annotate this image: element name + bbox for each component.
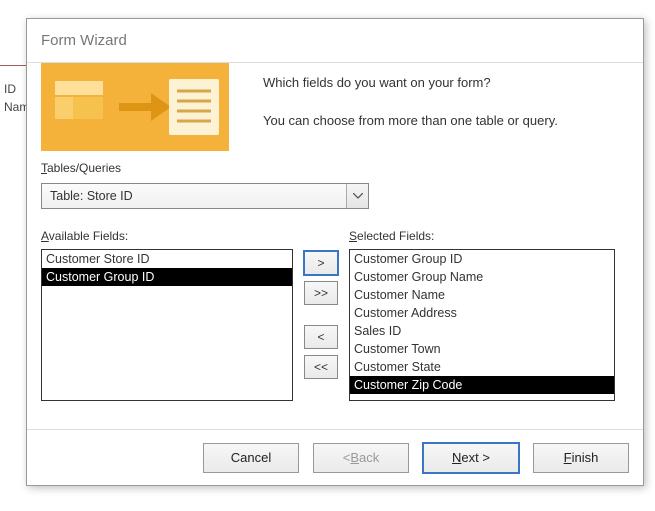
cancel-button[interactable]: Cancel: [203, 443, 299, 473]
list-item[interactable]: Customer Group ID: [350, 250, 614, 268]
list-item[interactable]: Customer Name: [350, 286, 614, 304]
wizard-illustration: [41, 63, 229, 151]
add-field-button[interactable]: >: [304, 251, 338, 275]
dialog-title: Form Wizard: [41, 32, 127, 49]
dropdown-button[interactable]: [346, 184, 368, 208]
background-ribbon-line: [0, 65, 26, 66]
list-item[interactable]: Customer Group ID: [42, 268, 292, 286]
list-item[interactable]: Customer Group Name: [350, 268, 614, 286]
background-grid-headers: ID Nam: [0, 80, 29, 116]
list-item[interactable]: Customer Address: [350, 304, 614, 322]
intro-line-1: Which fields do you want on your form?: [263, 73, 558, 93]
back-button[interactable]: < Back: [313, 443, 409, 473]
tables-queries-label: Tables/Queries: [41, 161, 629, 175]
dialog-content: Which fields do you want on your form? Y…: [27, 63, 643, 429]
next-button[interactable]: Next >: [423, 443, 519, 473]
move-buttons-column: > >> < <<: [293, 229, 349, 401]
list-item[interactable]: Customer Zip Code: [350, 376, 614, 394]
form-wizard-dialog: Form Wizard Which fields do you: [26, 18, 644, 486]
remove-all-fields-button[interactable]: <<: [304, 355, 338, 379]
available-fields-label: Available Fields:: [41, 229, 293, 243]
available-fields-listbox[interactable]: Customer Store IDCustomer Group ID: [41, 249, 293, 401]
list-item[interactable]: Customer Store ID: [42, 250, 292, 268]
dialog-titlebar: Form Wizard: [27, 19, 643, 63]
add-all-fields-button[interactable]: >>: [304, 281, 338, 305]
dialog-footer: Cancel < Back Next > Finish: [27, 429, 643, 485]
chevron-down-icon: [353, 193, 363, 199]
bg-col-name: Nam: [0, 98, 29, 116]
selected-fields-label: Selected Fields:: [349, 229, 615, 243]
list-item[interactable]: Customer Town: [350, 340, 614, 358]
list-item[interactable]: Sales ID: [350, 322, 614, 340]
tables-queries-select[interactable]: Table: Store ID: [41, 183, 369, 209]
tables-queries-value: Table: Store ID: [42, 189, 346, 203]
bg-col-id: ID: [0, 80, 29, 98]
finish-button[interactable]: Finish: [533, 443, 629, 473]
selected-fields-listbox[interactable]: Customer Group IDCustomer Group NameCust…: [349, 249, 615, 401]
intro-line-2: You can choose from more than one table …: [263, 111, 558, 131]
list-item[interactable]: Customer State: [350, 358, 614, 376]
remove-field-button[interactable]: <: [304, 325, 338, 349]
intro-text-block: Which fields do you want on your form? Y…: [263, 63, 558, 151]
